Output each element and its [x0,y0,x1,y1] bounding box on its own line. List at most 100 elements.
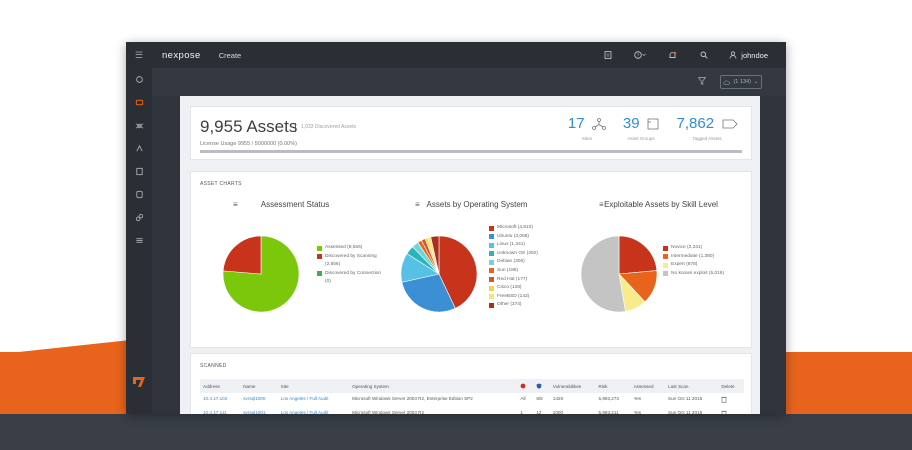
table-row[interactable]: 10.4.17.111 svrsql1001 Los Angeles / Full … [200,407,744,414]
legend-label: Red Hat (177) [497,276,528,282]
legend-item[interactable]: Linux (1,341) [489,241,538,250]
cell-exploits: 1 [520,410,523,414]
chart-legend: Assessed (8,555) Discovered by Scanning (… [317,244,385,287]
scanned-title: SCANNED [200,363,227,369]
legend-swatch [489,277,494,283]
sidebar-item-vulnerabilities[interactable] [126,114,152,137]
legend-item[interactable]: Ubuntu (3,068) [489,233,538,242]
legend-swatch [663,254,668,260]
legend-item[interactable]: Discovered by Scanning (2,656) [317,253,385,270]
legend-item[interactable]: Novice (2,241) [663,244,724,253]
assets-icon [135,99,143,106]
legend-label: No known exploit (5,016) [671,270,725,276]
sidebar-item-tags[interactable] [126,206,152,229]
policy-icon [135,144,143,152]
column-header-name[interactable]: Name [240,379,278,393]
pie-chart [580,235,658,313]
legend-swatch [489,242,494,248]
legend-swatch [489,285,494,291]
cell-site[interactable]: Los Angeles / Full Audit [278,393,349,407]
chart-2: ≡ Assets by Operating System Microsoft (4,… [387,200,567,340]
cell-delete[interactable] [718,407,744,414]
sidebar-item-tickets[interactable] [126,183,152,206]
legend-item[interactable]: Unknown OS (402) [489,250,538,259]
reports-icon[interactable] [601,48,615,62]
background-dark-band [0,414,912,450]
user-menu[interactable]: johndoe [729,51,768,60]
legend-label: Debian (306) [497,259,525,265]
create-button[interactable]: Create [219,51,242,60]
chart-3: ≡ Exploitable Assets by Skill Level Novice… [571,200,751,340]
column-header-exploits[interactable] [517,379,534,393]
sidebar-item-administration[interactable] [126,229,152,252]
chart-1: ≡ Assessment Status Assessed (8,555) Discov… [205,200,385,340]
search-icon[interactable] [697,48,711,62]
chart-title: Exploitable Assets by Skill Level [604,200,718,209]
asset-charts-title: ASSET CHARTS [200,181,242,187]
legend-item[interactable]: Other (374) [489,301,538,310]
cell-site[interactable]: Los Angeles / Full Audit [278,407,349,414]
legend-item[interactable]: Cisco (128) [489,284,538,293]
malware-shield-icon [536,383,542,389]
sidebar [126,68,152,414]
tagged-assets-stat[interactable]: 7,862 Tagged Assets [669,115,745,141]
pie-slice-1[interactable] [618,235,658,275]
column-header-os[interactable]: Operating System [349,379,518,393]
cloud-filter-select[interactable]: (1 134) ⌄ [720,75,762,89]
cell-delete[interactable] [718,393,744,407]
legend-item[interactable]: Red Hat (177) [489,276,538,285]
pie-slice-2[interactable] [222,235,262,275]
cell-name[interactable]: svrsql1001 [240,407,277,414]
legend-item[interactable]: Sun (188) [489,267,538,276]
sites-stat[interactable]: 17 Sites [557,115,617,141]
asset-groups-label: Asset Groups [627,136,655,141]
column-header-delete[interactable]: Delete [718,379,744,393]
cell-name[interactable]: svrsql1000 [240,393,277,407]
filter-icon[interactable] [698,77,706,85]
sidebar-item-reports[interactable] [126,160,152,183]
column-header-malware[interactable] [533,379,550,393]
license-usage-bar [200,150,742,153]
column-header-vulns[interactable]: Vulnerabilities [549,379,596,393]
legend-swatch [489,294,494,300]
cell-assessed: Yes [633,396,642,401]
legend-swatch [489,259,494,265]
cell-assessed: Yes [633,410,642,414]
column-header-assessed[interactable]: Assessed [630,379,666,393]
legend-label: Discovered by Connection (0) [325,270,381,285]
brand-logo[interactable]: nexpose [162,50,201,61]
cell-vulns: 1429 [552,396,564,401]
sites-label: Sites [581,136,592,141]
cell-address[interactable]: 10.4.17.111 [200,407,240,414]
cloud-filter-value: (1 134) [733,79,751,85]
legend-item[interactable]: No known exploit (5,016) [663,270,724,279]
legend-item[interactable]: Intermediate (1,380) [663,253,724,262]
cell-address[interactable]: 10.4.17.102 [200,393,240,407]
pie-slice-4[interactable] [580,235,626,313]
background-orange-slope [0,340,130,354]
hamburger-menu-icon[interactable]: ☰ [126,50,152,61]
svg-text:?: ? [637,53,640,58]
sidebar-item-home[interactable] [126,68,152,91]
top-navigation-bar: ☰ nexpose Create ? johndoe [126,42,786,68]
asset-charts-card: ASSET CHARTS ≡ Assessment Status Assessed … [190,171,752,348]
column-header-site[interactable]: Site [277,379,350,393]
column-header-risk[interactable]: Risk [595,379,631,393]
sidebar-item-assets[interactable] [126,91,152,114]
legend-item[interactable]: Microsoft (4,610) [489,224,538,233]
legend-swatch [489,268,494,274]
legend-item[interactable]: Debian (306) [489,258,538,267]
legend-item[interactable]: Discovered by Connection (0) [317,270,385,287]
legend-item[interactable]: Expert (878) [663,261,724,270]
table-row[interactable]: 10.4.17.102 svrsql1000 Los Angeles / Full … [200,393,744,407]
legend-item[interactable]: Assessed (8,555) [317,244,385,253]
sidebar-item-policies[interactable] [126,137,152,160]
notifications-bell-icon[interactable] [665,48,679,62]
column-header-last-scan[interactable]: Last Scan [665,379,719,393]
column-header-address[interactable]: Address [200,379,241,393]
asset-groups-stat[interactable]: 39 Asset Groups [611,115,671,141]
legend-swatch [663,262,668,268]
help-icon[interactable]: ? [633,48,647,62]
grid-icon [135,238,143,243]
legend-item[interactable]: FreeBSD (143) [489,293,538,302]
